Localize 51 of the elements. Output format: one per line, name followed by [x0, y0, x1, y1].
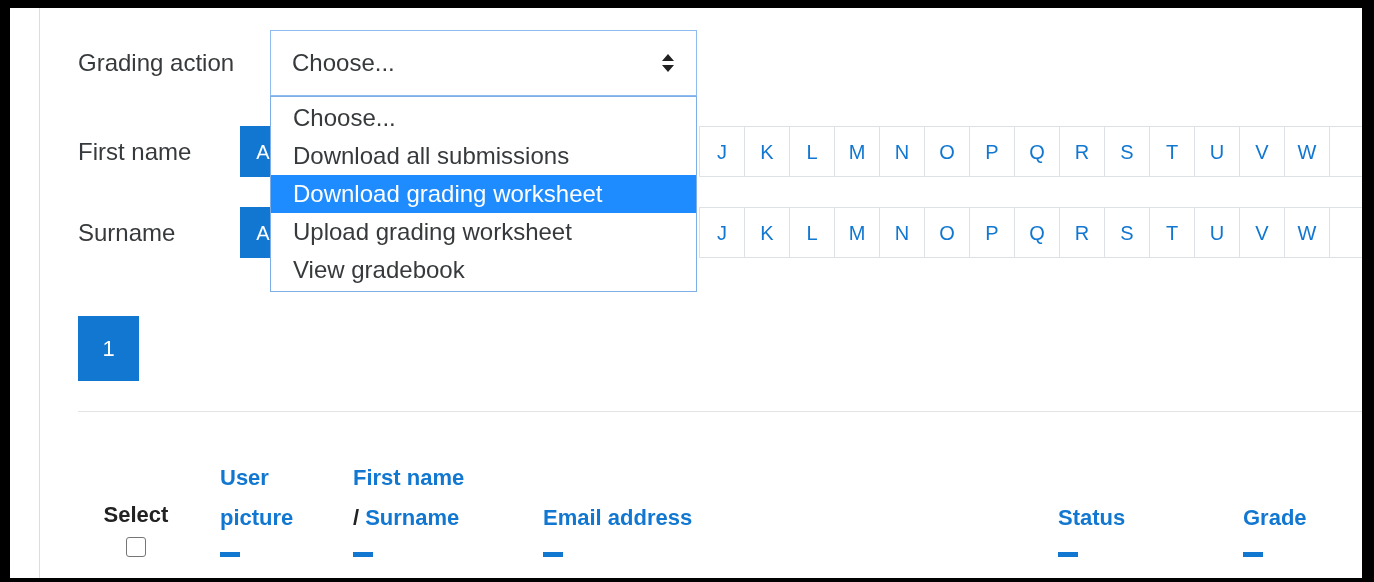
initial-button[interactable]: O — [924, 207, 970, 258]
initial-button[interactable]: W — [1284, 207, 1330, 258]
initial-button[interactable]: T — [1149, 207, 1195, 258]
initial-button[interactable]: Q — [1014, 126, 1060, 177]
initial-button[interactable]: U — [1194, 126, 1240, 177]
initial-button[interactable]: R — [1059, 126, 1105, 177]
column-header-link[interactable]: Email address — [543, 498, 693, 538]
dash-icon[interactable] — [220, 552, 240, 557]
field-label: Grading action — [78, 48, 236, 78]
separator-text: / — [353, 504, 360, 532]
column-header-link[interactable]: Grade — [1243, 498, 1307, 538]
column-header-link[interactable]: First name — [353, 458, 465, 498]
initial-button[interactable]: S — [1104, 126, 1150, 177]
initial-button[interactable]: J — [699, 207, 745, 258]
initial-button[interactable]: N — [879, 207, 925, 258]
dash-icon[interactable] — [1243, 552, 1263, 557]
initial-button[interactable]: W — [1284, 126, 1330, 177]
filter-label: First name — [78, 136, 193, 167]
initial-button[interactable]: T — [1149, 126, 1195, 177]
dash-icon[interactable] — [543, 552, 563, 557]
filter-label: Surname — [78, 217, 177, 248]
column-header: Select — [103, 501, 169, 529]
initial-button[interactable]: R — [1059, 207, 1105, 258]
column-header-link[interactable]: Status — [1058, 498, 1126, 538]
initial-button[interactable]: O — [924, 126, 970, 177]
initial-button[interactable] — [1329, 207, 1362, 258]
initial-button[interactable]: K — [744, 207, 790, 258]
initial-button[interactable]: M — [834, 207, 880, 258]
initial-button[interactable]: P — [969, 207, 1015, 258]
select-all-checkbox[interactable] — [126, 537, 146, 557]
initial-button[interactable]: N — [879, 126, 925, 177]
initial-button[interactable]: J — [699, 126, 745, 177]
initial-button[interactable]: V — [1239, 126, 1285, 177]
page-button[interactable]: 1 — [78, 316, 139, 381]
initial-button[interactable]: M — [834, 126, 880, 177]
dropdown-option[interactable]: Download grading worksheet — [271, 175, 696, 213]
initial-button[interactable]: L — [789, 126, 835, 177]
column-header-link[interactable]: Surname — [365, 498, 460, 538]
initial-button[interactable]: S — [1104, 207, 1150, 258]
initial-button[interactable]: V — [1239, 207, 1285, 258]
initial-button[interactable]: U — [1194, 207, 1240, 258]
initial-button[interactable]: Q — [1014, 207, 1060, 258]
initial-button[interactable]: K — [744, 126, 790, 177]
dash-icon[interactable] — [353, 552, 373, 557]
initial-button[interactable]: P — [969, 126, 1015, 177]
initial-button[interactable] — [1329, 126, 1362, 177]
column-header-link[interactable]: User picture — [220, 458, 320, 538]
sort-arrows-icon — [661, 53, 675, 73]
grading-action-select[interactable]: Choose... — [270, 30, 697, 96]
initial-button[interactable]: L — [789, 207, 835, 258]
dash-icon[interactable] — [1058, 552, 1078, 557]
